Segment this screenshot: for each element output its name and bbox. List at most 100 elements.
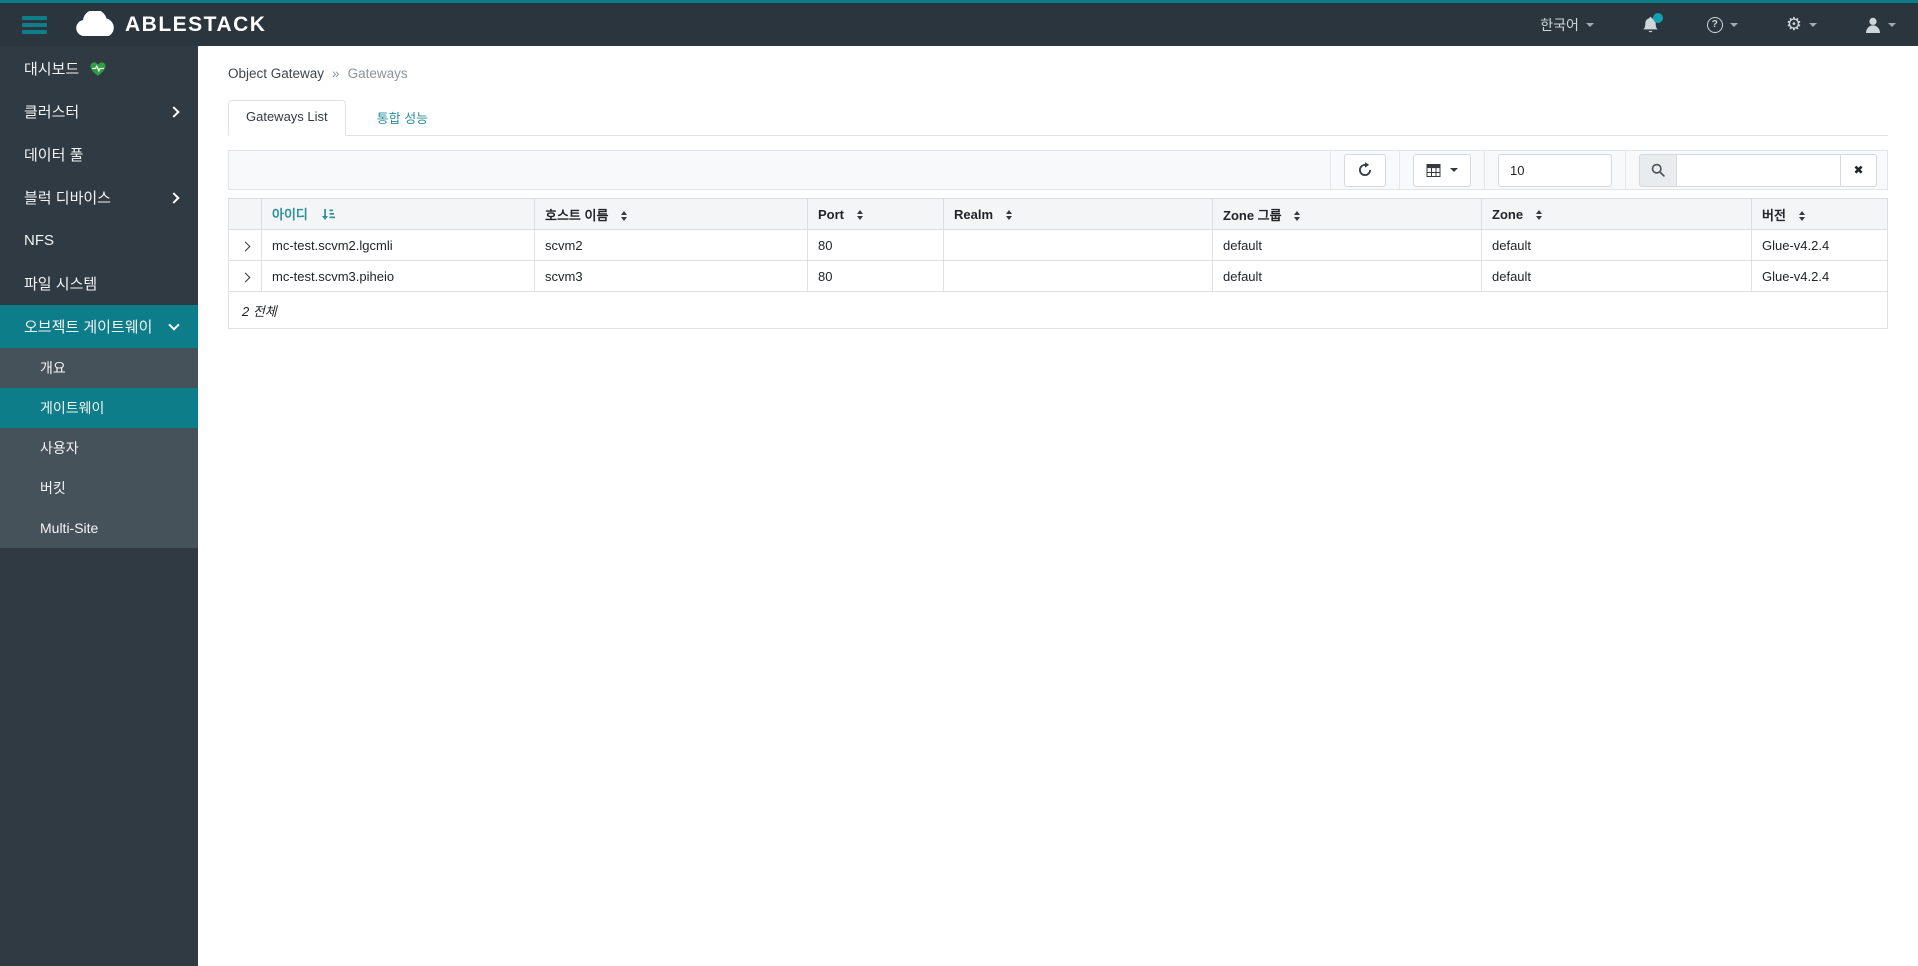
sidebar-item-label: 클러스터 bbox=[24, 104, 80, 121]
sort-icon bbox=[1005, 210, 1012, 221]
header-expand bbox=[228, 198, 262, 230]
object-gateway-submenu: 개요 게이트웨이 사용자 버킷 Multi-Site bbox=[0, 348, 198, 548]
sidebar-subitem-overview[interactable]: 개요 bbox=[0, 348, 198, 388]
sidebar-item-label: 블럭 디바이스 bbox=[24, 190, 111, 207]
refresh-button[interactable] bbox=[1344, 153, 1386, 187]
sidebar-subitem-buckets[interactable]: 버킷 bbox=[0, 468, 198, 508]
cell-version: Glue-v4.2.4 bbox=[1751, 229, 1888, 261]
header-zonegroup[interactable]: Zone 그룹 bbox=[1212, 198, 1482, 230]
header-hostname[interactable]: 호스트 이름 bbox=[534, 198, 808, 230]
cell-host: scvm2 bbox=[534, 229, 808, 261]
brand-logo[interactable]: ABLESTACK bbox=[75, 11, 266, 38]
header-zone[interactable]: Zone bbox=[1481, 198, 1752, 230]
brand-name: ABLESTACK bbox=[125, 12, 267, 36]
tab-overall-performance[interactable]: 통합 성능 bbox=[360, 100, 445, 135]
toolbar-separator bbox=[1399, 151, 1400, 189]
sidebar-item-object-gateway[interactable]: 오브젝트 게이트웨이 bbox=[0, 305, 198, 348]
cloud-logo-icon bbox=[75, 11, 117, 38]
chevron-down-icon bbox=[1729, 22, 1738, 27]
search-icon[interactable] bbox=[1639, 153, 1676, 187]
search-input[interactable] bbox=[1676, 153, 1841, 187]
chevron-right-icon bbox=[168, 105, 180, 118]
cell-host: scvm3 bbox=[534, 260, 808, 292]
header-label: Zone 그룹 bbox=[1223, 207, 1282, 223]
help-icon: ? bbox=[1706, 16, 1723, 33]
page-size-input[interactable] bbox=[1498, 153, 1612, 187]
settings-dropdown[interactable]: ⚙ bbox=[1786, 15, 1817, 34]
cell-port: 80 bbox=[807, 260, 944, 292]
header-id[interactable]: 아이디 bbox=[261, 198, 535, 230]
tab-gateways-list[interactable]: Gateways List bbox=[228, 100, 346, 136]
sidebar-subitem-label: 사용자 bbox=[40, 440, 79, 456]
breadcrumb: Object Gateway » Gateways bbox=[228, 66, 1888, 81]
header-label: Port bbox=[818, 206, 844, 222]
heartbeat-icon bbox=[89, 61, 107, 77]
sidebar-item-filesystem[interactable]: 파일 시스템 bbox=[0, 262, 198, 305]
sidebar-subitem-users[interactable]: 사용자 bbox=[0, 428, 198, 468]
chevron-down-icon bbox=[1888, 22, 1896, 27]
cell-id: mc-test.scvm3.piheio bbox=[261, 260, 535, 292]
table-row[interactable]: mc-test.scvm3.piheio scvm3 80 default de… bbox=[228, 260, 1888, 292]
header-realm[interactable]: Realm bbox=[943, 198, 1213, 230]
chevron-right-icon bbox=[168, 191, 180, 204]
header-port[interactable]: Port bbox=[807, 198, 944, 230]
clear-search-button[interactable]: ✖ bbox=[1840, 153, 1877, 187]
sidebar-item-block-devices[interactable]: 블럭 디바이스 bbox=[0, 176, 198, 219]
expand-row-button[interactable] bbox=[228, 260, 262, 292]
sort-icon bbox=[1535, 210, 1542, 221]
sidebar-item-label: 대시보드 bbox=[24, 61, 80, 78]
header-version[interactable]: 버전 bbox=[1751, 198, 1888, 230]
chevron-down-icon bbox=[168, 319, 180, 331]
sort-icon bbox=[1294, 211, 1301, 222]
cell-zone: default bbox=[1481, 260, 1752, 292]
sidebar-subitem-label: 개요 bbox=[40, 360, 66, 376]
navbar-right: 한국어 ? ⚙ bbox=[1492, 12, 1896, 35]
sidebar-subitem-label: 버킷 bbox=[40, 480, 66, 496]
column-toggle-button[interactable] bbox=[1413, 153, 1471, 187]
chevron-down-icon bbox=[1450, 168, 1458, 172]
menu-toggle-icon[interactable] bbox=[22, 15, 47, 34]
sidebar-item-dashboard[interactable]: 대시보드 bbox=[0, 47, 198, 90]
chevron-down-icon bbox=[1809, 22, 1817, 27]
sidebar-subitem-label: 게이트웨이 bbox=[40, 400, 105, 416]
toolbar-separator bbox=[1625, 151, 1626, 189]
sidebar-item-nfs[interactable]: NFS bbox=[0, 219, 198, 262]
chevron-right-icon bbox=[240, 241, 250, 251]
header-label: Zone bbox=[1492, 206, 1524, 222]
cell-zonegroup: default bbox=[1212, 260, 1482, 292]
language-dropdown[interactable]: 한국어 bbox=[1540, 15, 1594, 35]
sort-icon bbox=[1798, 211, 1805, 222]
gateways-table: 아이디 호스트 이름 Port Realm Zone 그룹 Zone 버전 mc… bbox=[228, 198, 1888, 292]
table-columns-icon bbox=[1426, 163, 1441, 177]
language-label: 한국어 bbox=[1540, 16, 1579, 33]
help-dropdown[interactable]: ? bbox=[1706, 16, 1738, 33]
table-header-row: 아이디 호스트 이름 Port Realm Zone 그룹 Zone 버전 bbox=[228, 198, 1888, 230]
cell-realm bbox=[943, 260, 1213, 292]
chevron-down-icon bbox=[1585, 22, 1594, 27]
table-row[interactable]: mc-test.scvm2.lgcmli scvm2 80 default de… bbox=[228, 229, 1888, 261]
sidebar-item-label: 데이터 풀 bbox=[24, 147, 84, 164]
user-dropdown[interactable] bbox=[1865, 17, 1896, 33]
expand-row-button[interactable] bbox=[228, 229, 262, 261]
notifications-button[interactable] bbox=[1642, 12, 1663, 34]
sidebar-subitem-gateways[interactable]: 게이트웨이 bbox=[0, 388, 198, 428]
navbar: ABLESTACK 한국어 ? ⚙ bbox=[0, 3, 1918, 46]
close-icon: ✖ bbox=[1853, 163, 1864, 177]
breadcrumb-separator: » bbox=[332, 66, 340, 81]
sidebar-item-label: NFS bbox=[24, 232, 54, 249]
header-label: 아이디 bbox=[272, 207, 308, 222]
sidebar-item-pools[interactable]: 데이터 풀 bbox=[0, 133, 198, 176]
chevron-right-icon bbox=[240, 272, 250, 282]
cell-zonegroup: default bbox=[1212, 229, 1482, 261]
header-label: 버전 bbox=[1762, 207, 1786, 223]
cell-realm bbox=[943, 229, 1213, 261]
header-label: 호스트 이름 bbox=[545, 207, 609, 223]
total-count-label: 2 전체 bbox=[242, 303, 277, 319]
user-icon bbox=[1865, 17, 1881, 33]
sidebar-subitem-multisite[interactable]: Multi-Site bbox=[0, 508, 198, 548]
cell-version: Glue-v4.2.4 bbox=[1751, 260, 1888, 292]
refresh-icon bbox=[1357, 162, 1373, 178]
table-toolbar: ✖ bbox=[228, 150, 1888, 190]
sidebar-item-cluster[interactable]: 클러스터 bbox=[0, 90, 198, 133]
search-group: ✖ bbox=[1639, 153, 1877, 187]
